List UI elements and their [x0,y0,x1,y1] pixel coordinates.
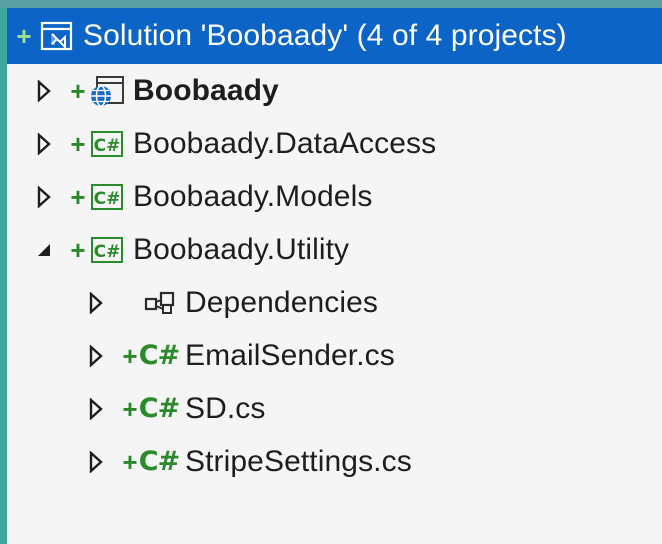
tree-item-file-emailsender[interactable]: + C# EmailSender.cs [7,329,662,382]
git-added-icon: + [16,21,32,51]
solution-label: Solution 'Boobaady' (4 of 4 projects) [83,19,567,52]
solution-explorer-panel: + Solution 'Boobaady' (4 of 4 projects) … [7,8,662,544]
expand-arrow-icon[interactable] [33,76,55,106]
git-added-icon: + [70,234,86,265]
project-label: Boobaady [133,73,279,107]
expand-arrow-icon[interactable] [85,447,107,477]
project-label: Boobaady.DataAccess [133,126,437,160]
svg-text:C#: C# [94,242,121,262]
expand-arrow-icon[interactable] [85,341,107,371]
svg-text:C#: C# [94,189,121,209]
tree-item-project-boobaady[interactable]: + Boobaady [7,64,662,117]
web-project-icon [89,75,125,107]
file-label: SD.cs [185,391,266,425]
git-added-icon: + [122,446,138,477]
expand-arrow-icon[interactable] [33,129,55,159]
csharp-file-icon: C# [138,340,180,371]
git-added-icon: + [122,340,138,371]
csharp-project-icon: C# [89,128,125,160]
expand-arrow-icon[interactable] [85,288,107,318]
solution-tree: + Solution 'Boobaady' (4 of 4 projects) … [7,8,662,488]
git-added-icon: + [70,75,86,106]
tree-item-file-stripesettings[interactable]: + C# StripeSettings.cs [7,435,662,488]
project-label: Boobaady.Utility [133,232,350,266]
tree-item-solution[interactable]: + Solution 'Boobaady' (4 of 4 projects) [7,8,662,64]
tree-item-dependencies[interactable]: Dependencies [7,276,662,329]
csharp-project-icon: C# [89,181,125,213]
dependencies-icon [141,287,177,319]
csharp-file-icon: C# [138,446,180,477]
csharp-project-icon: C# [89,234,125,266]
file-label: EmailSender.cs [185,338,395,372]
tree-item-file-sd[interactable]: + C# SD.cs [7,382,662,435]
solution-icon [39,20,75,52]
expand-arrow-icon[interactable] [85,394,107,424]
file-label: StripeSettings.cs [185,444,412,478]
dependencies-label: Dependencies [185,285,379,319]
tree-item-project-models[interactable]: + C# Boobaady.Models [7,170,662,223]
git-added-icon: + [70,181,86,212]
collapse-arrow-icon[interactable] [33,235,55,265]
background-strip [0,0,662,8]
expand-arrow-icon[interactable] [33,182,55,212]
git-added-icon: + [122,393,138,424]
csharp-file-icon: C# [138,393,180,424]
svg-text:C#: C# [94,136,121,156]
tree-item-project-utility[interactable]: + C# Boobaady.Utility [7,223,662,276]
tree-item-project-dataaccess[interactable]: + C# Boobaady.DataAccess [7,117,662,170]
project-label: Boobaady.Models [133,179,373,213]
git-added-icon: + [70,128,86,159]
